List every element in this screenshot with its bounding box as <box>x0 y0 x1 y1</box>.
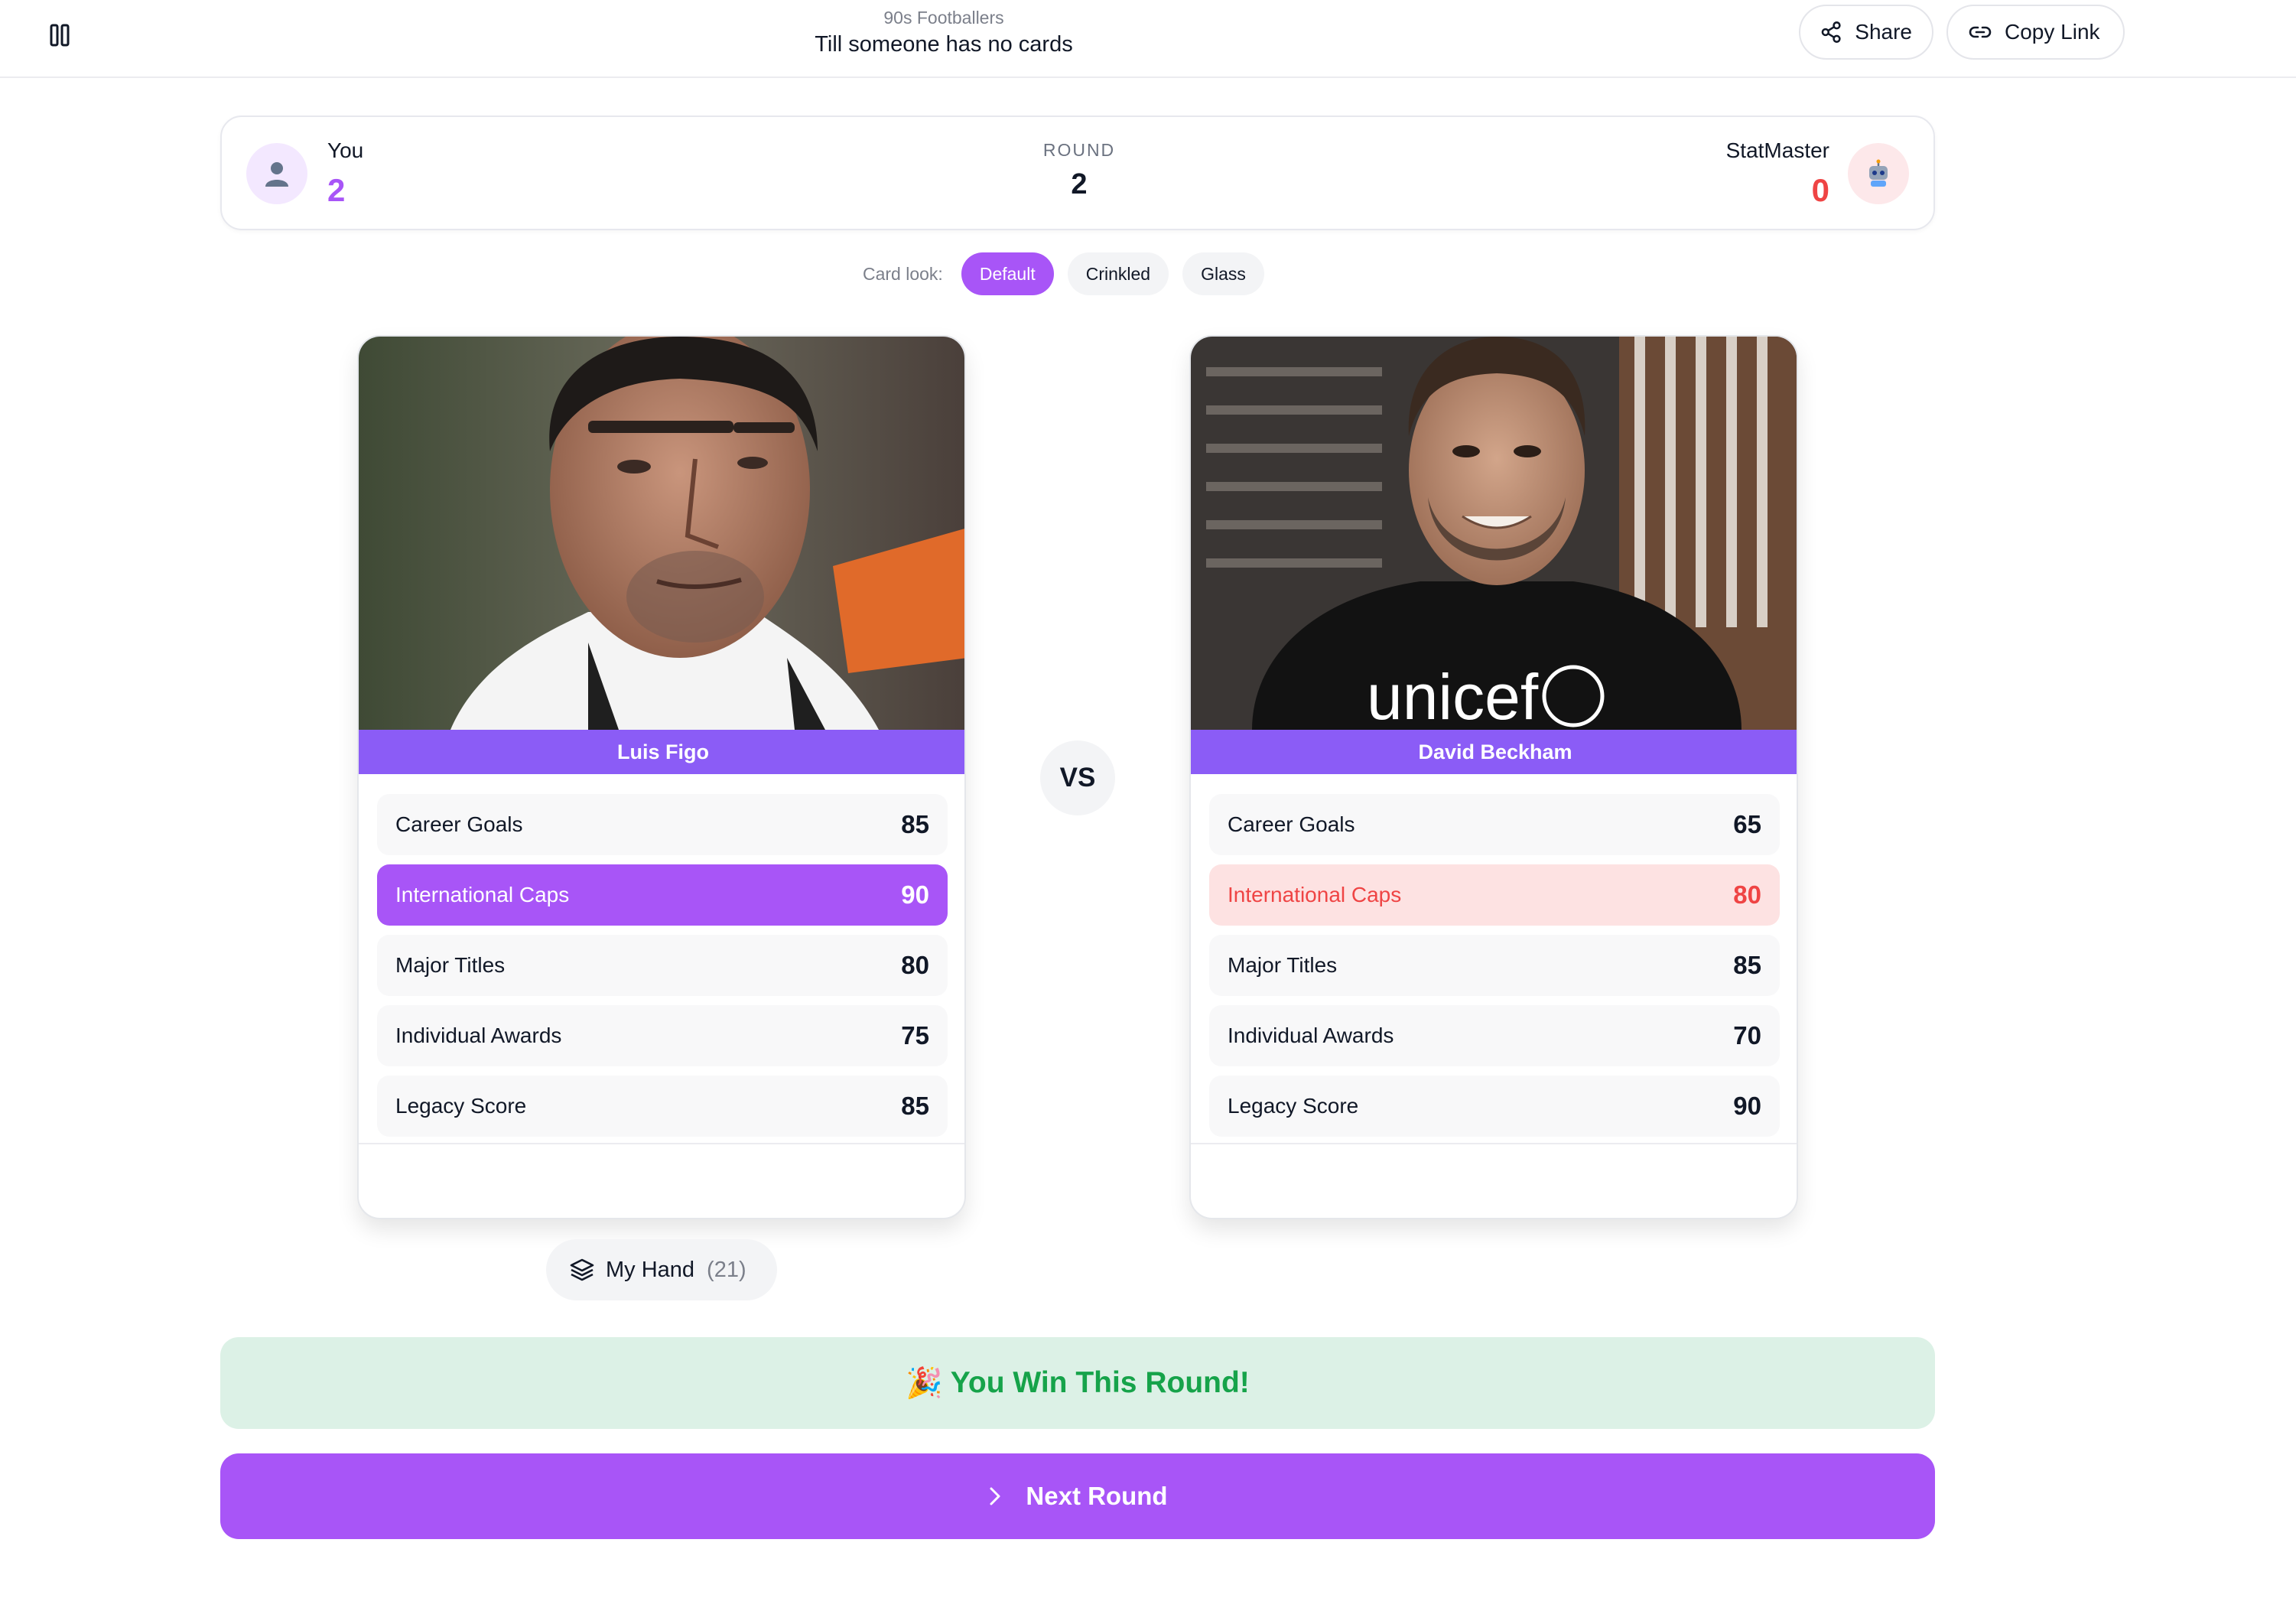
round-result-text: You Win This Round! <box>950 1366 1250 1399</box>
my-hand-button[interactable]: My Hand (21) <box>546 1239 777 1300</box>
scoreboard: You 2 ROUND 2 StatMaster 0 <box>220 116 1935 230</box>
player-card-name: Luis Figo <box>359 730 964 774</box>
stat-value: 70 <box>1733 1021 1761 1050</box>
share-button[interactable]: Share <box>1799 5 1933 60</box>
next-round-button[interactable]: Next Round <box>220 1453 1935 1539</box>
opponent-card-stats: Career Goals 65 International Caps 80 Ma… <box>1209 794 1780 1146</box>
player-name: You <box>327 138 364 162</box>
opponent-card: unicef David Beckham Career Goals 65 Int… <box>1189 335 1798 1219</box>
card-look-glass[interactable]: Glass <box>1182 252 1264 295</box>
game-mode: Till someone has no cards <box>815 32 1073 57</box>
stat-value: 80 <box>901 951 929 979</box>
round-number: 2 <box>1071 168 1088 200</box>
opponent-stat-individual-awards: Individual Awards 70 <box>1209 1005 1780 1066</box>
user-icon <box>265 162 288 187</box>
game-category: 90s Footballers <box>883 8 1004 28</box>
opponent-name: StatMaster <box>1725 138 1829 162</box>
stat-label: Major Titles <box>395 953 506 977</box>
link-icon <box>1969 26 1992 38</box>
opponent-stat-legacy-score: Legacy Score 90 <box>1209 1076 1780 1137</box>
player-avatar <box>246 143 307 204</box>
player-card-photo <box>359 337 964 730</box>
top-bar: 90s Footballers Till someone has no card… <box>0 0 2296 78</box>
opponent-stat-major-titles: Major Titles 85 <box>1209 935 1780 996</box>
copy-link-label: Copy Link <box>2005 20 2100 44</box>
round-indicator: ROUND 2 <box>964 140 1194 201</box>
opponent-score: 0 <box>1811 172 1829 208</box>
party-popper-icon: 🎉 <box>906 1367 943 1400</box>
layers-icon <box>570 1258 594 1281</box>
stat-label: Career Goals <box>1228 812 1355 836</box>
stat-label: Career Goals <box>395 812 523 836</box>
stat-value: 85 <box>901 810 929 838</box>
stat-value: 90 <box>1733 1092 1761 1120</box>
shirt-unicef-text: unicef <box>1367 661 1539 730</box>
stat-label: Legacy Score <box>395 1094 527 1118</box>
round-label: ROUND <box>1042 140 1116 160</box>
card-divider <box>359 1143 964 1144</box>
player-stat-international-caps[interactable]: International Caps 90 <box>377 864 948 926</box>
opponent-card-name: David Beckham <box>1191 730 1797 774</box>
card-look-selector: Card look: Default Crinkled Glass <box>863 252 1264 295</box>
copy-link-button[interactable]: Copy Link <box>1946 5 2125 60</box>
stat-value: 90 <box>901 880 929 909</box>
next-round-label: Next Round <box>1026 1482 1168 1510</box>
opponent-card-photo: unicef <box>1191 337 1797 730</box>
round-result-banner: 🎉 You Win This Round! <box>220 1337 1935 1429</box>
stat-label: Individual Awards <box>1228 1024 1394 1047</box>
stat-value: 85 <box>901 1092 929 1120</box>
stat-label: International Caps <box>1228 883 1402 906</box>
share-label: Share <box>1855 20 1912 44</box>
player-card: Luis Figo Career Goals 85 International … <box>357 335 966 1219</box>
pause-icon <box>50 24 70 47</box>
stat-label: Individual Awards <box>395 1024 562 1047</box>
card-look-crinkled[interactable]: Crinkled <box>1067 252 1169 295</box>
card-divider <box>1191 1143 1797 1144</box>
player-stat-legacy-score[interactable]: Legacy Score 85 <box>377 1076 948 1137</box>
my-hand-label: My Hand <box>606 1257 695 1282</box>
robot-icon <box>1869 159 1888 187</box>
card-look-default[interactable]: Default <box>961 252 1054 295</box>
stat-label: Legacy Score <box>1228 1094 1359 1118</box>
player-stat-career-goals[interactable]: Career Goals 85 <box>377 794 948 855</box>
stat-label: Major Titles <box>1228 953 1338 977</box>
player-stat-major-titles[interactable]: Major Titles 80 <box>377 935 948 996</box>
stat-value: 80 <box>1733 880 1761 909</box>
vs-badge: VS <box>1040 740 1115 815</box>
card-look-label: Card look: <box>863 263 943 284</box>
player-score: 2 <box>327 172 346 208</box>
stat-value: 65 <box>1733 810 1761 838</box>
player-card-stats: Career Goals 85 International Caps 90 Ma… <box>377 794 948 1146</box>
stat-value: 75 <box>901 1021 929 1050</box>
stat-label: International Caps <box>395 883 570 906</box>
opponent-stat-international-caps: International Caps 80 <box>1209 864 1780 926</box>
my-hand-count: (21) <box>707 1257 746 1282</box>
pause-button[interactable] <box>41 17 78 54</box>
stat-value: 85 <box>1733 951 1761 979</box>
game-title: 90s Footballers Till someone has no card… <box>791 6 1097 60</box>
opponent-avatar <box>1848 143 1909 204</box>
player-stat-individual-awards[interactable]: Individual Awards 75 <box>377 1005 948 1066</box>
chevron-right-icon <box>990 1487 1000 1505</box>
share-icon <box>1821 21 1841 43</box>
opponent-stat-career-goals: Career Goals 65 <box>1209 794 1780 855</box>
